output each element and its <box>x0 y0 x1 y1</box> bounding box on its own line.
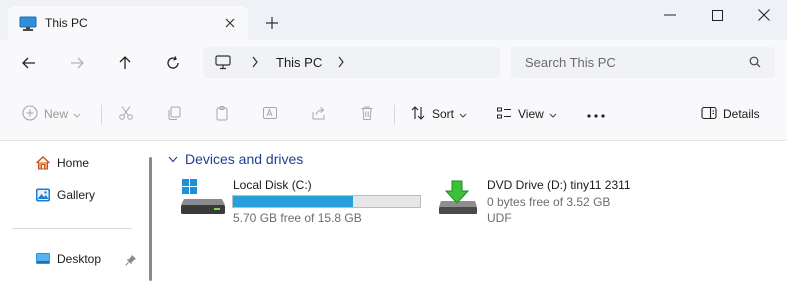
navigation-pane: Home Gallery Desktop <box>0 141 150 281</box>
scissors-icon <box>118 105 134 124</box>
sort-button[interactable]: Sort <box>410 102 467 126</box>
group-title: Devices and drives <box>185 151 304 167</box>
search-box[interactable]: Search This PC <box>511 47 775 78</box>
breadcrumb-this-pc[interactable]: This PC <box>276 55 322 70</box>
chevron-down-icon <box>459 107 467 121</box>
divider <box>394 105 395 125</box>
content-pane: Devices and drives Local Disk (C:) 5.70 … <box>160 141 787 281</box>
sidebar-item-desktop[interactable]: Desktop <box>12 245 140 273</box>
view-button[interactable]: View <box>496 102 557 126</box>
share-icon <box>311 105 327 124</box>
drive-usage-fill <box>233 196 353 207</box>
drive-item-d[interactable]: DVD Drive (D:) tiny11 2311 0 bytes free … <box>438 177 638 229</box>
back-button[interactable] <box>15 50 43 76</box>
refresh-button[interactable] <box>159 50 187 76</box>
chevron-right-icon[interactable] <box>251 56 259 71</box>
chevron-down-icon <box>549 107 557 121</box>
plus-circle-icon <box>22 104 38 124</box>
sidebar-scrollbar[interactable] <box>149 157 152 281</box>
sort-label: Sort <box>432 107 455 121</box>
paste-button[interactable] <box>214 102 230 126</box>
forward-button[interactable] <box>63 50 91 76</box>
home-icon <box>35 155 51 174</box>
copy-icon <box>166 105 182 124</box>
hard-disk-icon <box>180 179 228 218</box>
up-button[interactable] <box>111 50 139 76</box>
minimize-button[interactable] <box>647 0 693 30</box>
view-label: View <box>518 107 544 121</box>
cut-button[interactable] <box>118 102 134 126</box>
chevron-down-icon <box>73 107 81 121</box>
more-options-button[interactable] <box>587 102 605 126</box>
maximize-button[interactable] <box>694 0 740 30</box>
search-icon <box>749 56 761 71</box>
pin-icon[interactable] <box>125 254 137 269</box>
title-bar: This PC <box>0 0 787 40</box>
details-label: Details <box>723 107 760 121</box>
dvd-drive-icon <box>438 179 478 218</box>
new-tab-button[interactable] <box>262 13 282 33</box>
this-pc-icon <box>19 16 37 35</box>
drive-free-space: 5.70 GB free of 15.8 GB <box>233 211 362 225</box>
rename-icon <box>262 105 278 124</box>
share-button[interactable] <box>311 102 327 126</box>
sidebar-item-label: Gallery <box>57 188 96 202</box>
search-placeholder: Search This PC <box>525 55 616 70</box>
drive-item-c[interactable]: Local Disk (C:) 5.70 GB free of 15.8 GB <box>180 177 445 229</box>
divider <box>101 105 102 125</box>
address-row: This PC Search This PC <box>0 40 787 87</box>
sidebar-item-label: Home <box>57 156 90 170</box>
close-tab-icon[interactable] <box>220 13 240 33</box>
sidebar-item-gallery[interactable]: Gallery <box>12 181 140 209</box>
sort-icon <box>410 105 426 124</box>
command-bar: New Sort View Details <box>0 87 787 141</box>
close-window-button[interactable] <box>741 0 787 30</box>
tab-this-pc[interactable]: This PC <box>8 6 248 40</box>
desktop-icon <box>35 251 51 270</box>
group-header-devices[interactable]: Devices and drives <box>168 151 303 167</box>
view-icon <box>496 105 512 124</box>
delete-button[interactable] <box>359 102 375 126</box>
ellipsis-icon <box>587 107 605 121</box>
new-button[interactable]: New <box>22 102 81 126</box>
chevron-right-icon[interactable] <box>337 56 345 71</box>
drive-usage-bar <box>232 195 421 208</box>
copy-button[interactable] <box>166 102 182 126</box>
drive-name: DVD Drive (D:) tiny11 2311 <box>487 178 631 192</box>
drive-free-space: 0 bytes free of 3.52 GB <box>487 195 611 209</box>
computer-icon <box>215 55 231 73</box>
details-pane-icon <box>701 106 717 123</box>
rename-button[interactable] <box>262 102 278 126</box>
sidebar-divider <box>12 228 132 229</box>
sidebar-item-home[interactable]: Home <box>12 149 140 177</box>
sidebar-item-label: Desktop <box>57 252 102 266</box>
drive-name: Local Disk (C:) <box>233 178 312 192</box>
drive-filesystem: UDF <box>487 211 512 225</box>
chevron-down-icon <box>168 152 178 166</box>
new-label: New <box>44 107 69 121</box>
clipboard-icon <box>214 105 230 124</box>
address-bar[interactable]: This PC <box>203 47 500 78</box>
details-button[interactable]: Details <box>701 102 760 126</box>
tab-title: This PC <box>45 16 88 30</box>
trash-icon <box>359 105 375 124</box>
gallery-icon <box>35 187 51 206</box>
